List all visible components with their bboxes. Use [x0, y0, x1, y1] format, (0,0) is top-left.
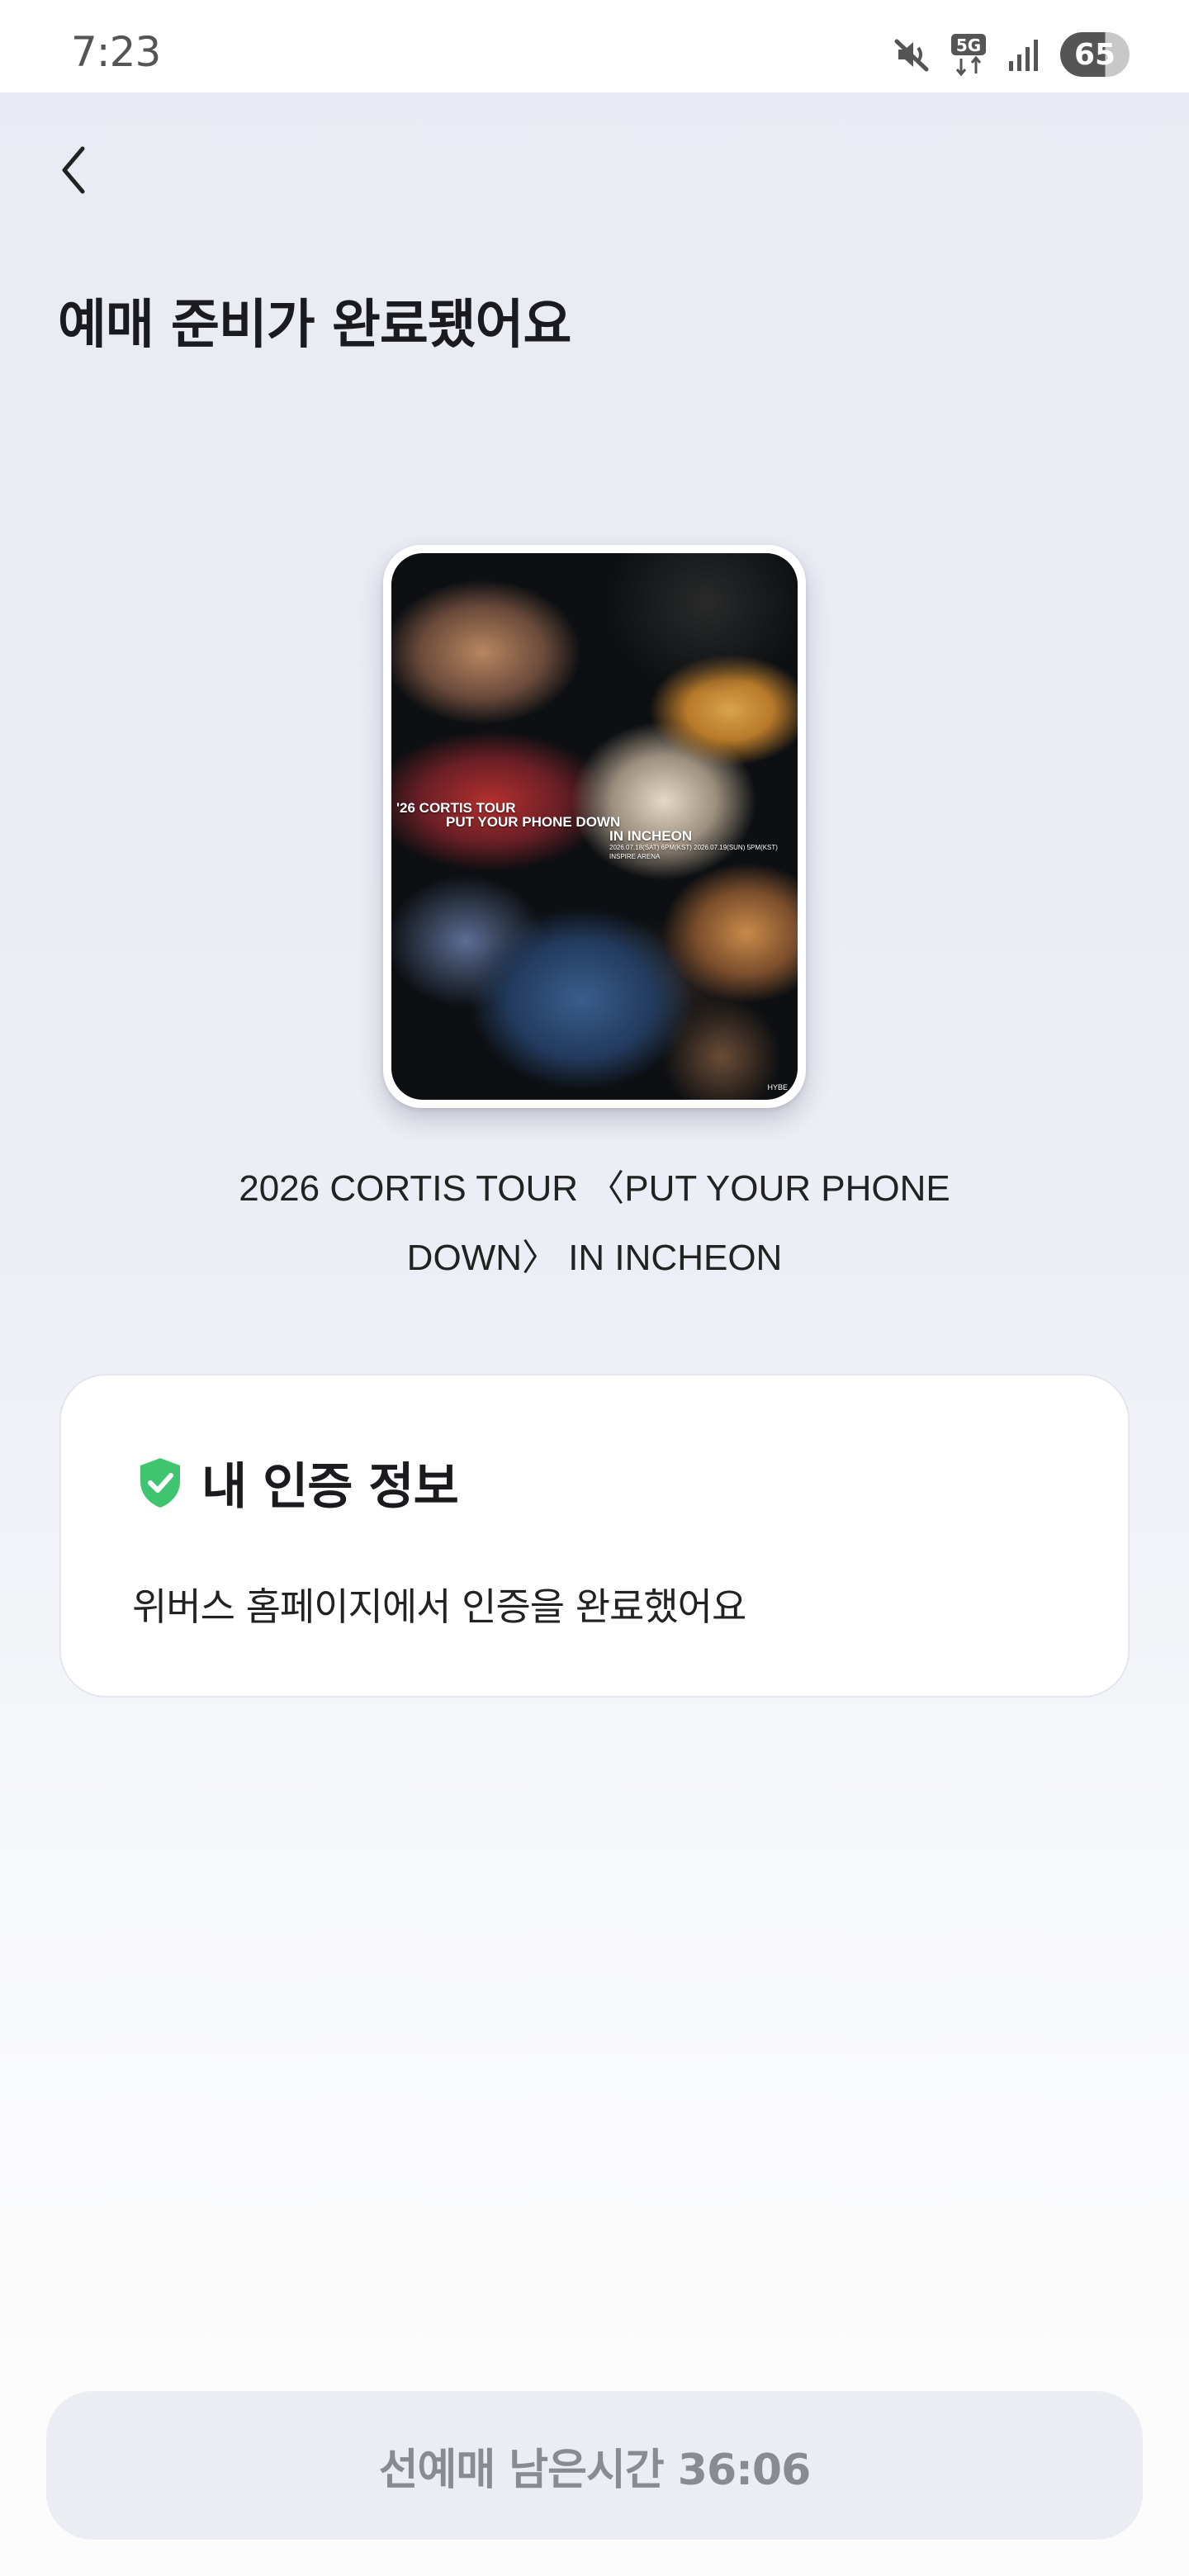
- poster-text-line: IN INCHEON: [609, 828, 693, 844]
- poster-logo: HYBE: [767, 1083, 788, 1091]
- chevron-left-icon: [62, 146, 85, 194]
- event-poster-card: '26 CORTIS TOUR PUT YOUR PHONE DOWN IN I…: [383, 545, 806, 1108]
- 5g-data-icon: 5G: [951, 34, 986, 77]
- auth-card-description: 위버스 홈페이지에서 인증을 완료했어요: [132, 1584, 746, 1629]
- poster-text-line: PUT YOUR PHONE DOWN: [446, 814, 621, 830]
- auth-card-header: 내 인증 정보: [137, 1447, 459, 1518]
- signal-icon: [1009, 40, 1038, 71]
- auth-info-card: 내 인증 정보 위버스 홈페이지에서 인증을 완료했어요: [59, 1374, 1130, 1698]
- status-icons: 5G 65: [892, 30, 1130, 79]
- network-label: 5G: [956, 36, 981, 55]
- poster-text-line: 2026.07.18(SAT) 6PM(KST) 2026.07.19(SUN)…: [609, 844, 778, 851]
- auth-card-title: 내 인증 정보: [201, 1458, 459, 1516]
- presale-remaining-time-button[interactable]: 선예매 남은시간 36:06: [46, 2391, 1143, 2540]
- mute-icon: [894, 39, 929, 72]
- shield-check-icon: [140, 1457, 180, 1508]
- battery-level: 65: [1073, 37, 1116, 72]
- page-title: 예매 준비가 완료됐어요: [58, 295, 571, 356]
- battery-indicator: 65: [1060, 32, 1130, 77]
- event-title: 2026 CORTIS TOUR 〈PUT YOUR PHONE DOWN〉 I…: [239, 1168, 950, 1278]
- back-button[interactable]: [50, 137, 99, 203]
- poster-text-line: INSPIRE ARENA: [609, 853, 661, 860]
- status-time: 7:23: [71, 28, 161, 76]
- event-poster-image: '26 CORTIS TOUR PUT YOUR PHONE DOWN IN I…: [391, 553, 798, 1100]
- status-bar: 7:23 5G 65: [0, 0, 1189, 92]
